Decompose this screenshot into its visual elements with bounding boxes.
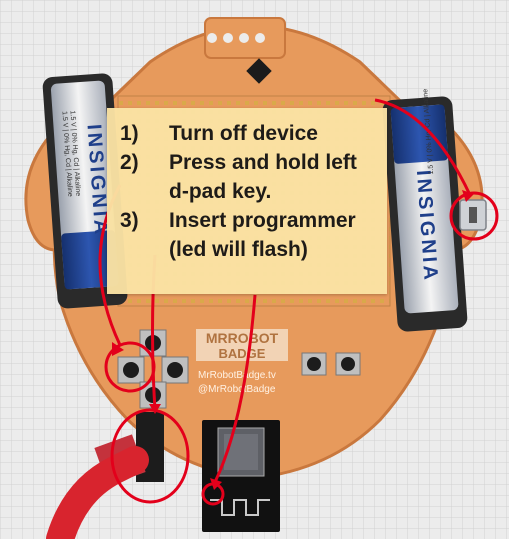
board-handle: @MrRobotBadge — [198, 384, 276, 395]
step-text: Insert programmer — [169, 209, 356, 232]
power-switch — [459, 199, 487, 231]
wifi-module — [202, 420, 280, 532]
board-url: MrRobotBadge.tv — [198, 370, 276, 381]
svg-text:BADGE: BADGE — [219, 346, 266, 361]
svg-text:MRROBOT: MRROBOT — [206, 330, 279, 346]
instructions-callout: 1) Turn off device 2) Press and hold lef… — [107, 108, 387, 294]
step-number: 2) — [120, 151, 139, 174]
step-text: Turn off device — [169, 122, 318, 145]
step-number: 1) — [120, 122, 139, 145]
step-text: Press and hold left — [169, 151, 357, 174]
step-text-continuation: (led will flash) — [169, 238, 308, 261]
step-number: 3) — [120, 209, 139, 232]
step-text-continuation: d-pad key. — [169, 180, 272, 203]
